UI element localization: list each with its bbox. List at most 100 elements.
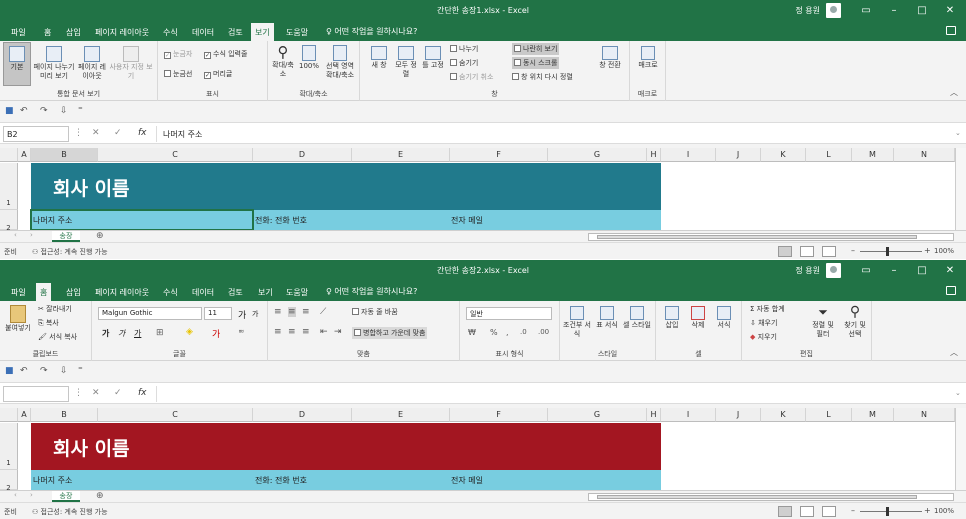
redo-icon[interactable]: ↷ (40, 366, 48, 376)
tab-view[interactable]: 보기 (254, 285, 277, 301)
decrease-font-icon[interactable]: 가 (252, 309, 258, 319)
column-header[interactable]: A (18, 148, 31, 162)
scroll-thumb[interactable] (597, 235, 917, 239)
tab-review[interactable]: 검토 (224, 25, 247, 41)
scroll-tabs-right-icon[interactable]: › (30, 231, 33, 239)
zoom-slider-thumb[interactable] (886, 507, 889, 516)
zoom-button[interactable]: ⚲ 확대/축소 (270, 43, 296, 85)
column-header[interactable]: B (31, 408, 98, 422)
zoom-slider-thumb[interactable] (886, 247, 889, 256)
customize-icon[interactable]: ⇩ (60, 366, 68, 376)
orientation-icon[interactable]: ⟋ (320, 307, 326, 317)
paste-button[interactable]: 붙여넣기 (3, 303, 33, 345)
phonetic-icon[interactable]: ᄈ (238, 328, 244, 338)
sort-filter-button[interactable]: ⏷ 정렬 및 필터 (808, 303, 838, 345)
zoom-out-icon[interactable]: – (851, 246, 855, 255)
format-painter-button[interactable]: 🖌 서식 복사 (38, 332, 77, 342)
switch-windows-button[interactable]: 창 전환 (596, 43, 624, 85)
formula-bar-checkbox[interactable]: ✓ 수식 입력줄 (204, 49, 247, 59)
enter-icon[interactable]: ✓ (114, 388, 122, 398)
enter-icon[interactable]: ✓ (114, 128, 122, 138)
address-cell[interactable]: 나머지 주소 (33, 475, 72, 486)
page-layout-status-icon[interactable] (800, 246, 814, 257)
scroll-tabs-right-icon[interactable]: › (30, 491, 33, 499)
column-header[interactable]: H (647, 148, 661, 162)
column-header[interactable]: L (806, 148, 852, 162)
add-sheet-icon[interactable]: ⊕ (96, 231, 104, 242)
cut-button[interactable]: ✂ 잘라내기 (38, 304, 72, 314)
column-header[interactable]: D (253, 408, 352, 422)
page-break-status-icon[interactable] (822, 246, 836, 257)
maximize-icon[interactable]: □ (910, 263, 934, 278)
column-header[interactable]: F (450, 408, 548, 422)
column-header[interactable]: C (98, 148, 253, 162)
close-icon[interactable]: ✕ (938, 3, 962, 18)
row-header[interactable]: 2 (0, 210, 18, 230)
cell-styles-button[interactable]: 셀 스타일 (622, 303, 652, 345)
horizontal-scrollbar[interactable] (588, 233, 954, 241)
avatar[interactable] (826, 3, 841, 18)
undo-icon[interactable]: ↶ (20, 366, 28, 376)
expand-formula-icon[interactable]: ⌄ (955, 389, 961, 397)
underline-button[interactable]: 가 (134, 328, 141, 339)
phone-cell[interactable]: 전화: 전화 번호 (255, 215, 307, 226)
email-cell[interactable]: 전자 메일 (451, 215, 483, 226)
format-as-table-button[interactable]: 표 서식 (594, 303, 620, 345)
more-icon[interactable]: ⁼ (78, 106, 83, 116)
align-right-icon[interactable]: ≡ (302, 327, 310, 337)
company-name-banner[interactable]: 회사 이름 (31, 423, 661, 470)
tab-insert[interactable]: 삽입 (62, 25, 85, 41)
column-header[interactable]: G (548, 148, 647, 162)
font-size-dropdown[interactable]: 11 (204, 307, 232, 320)
align-top-icon[interactable]: ≡ (274, 307, 282, 317)
select-all-corner[interactable] (0, 148, 18, 162)
column-header[interactable]: J (716, 408, 761, 422)
column-header[interactable]: G (548, 408, 647, 422)
column-header[interactable]: N (894, 148, 955, 162)
headings-checkbox[interactable]: ✓ 머리글 (204, 69, 232, 79)
redo-icon[interactable]: ↷ (40, 106, 48, 116)
align-bottom-icon[interactable]: ≡ (302, 307, 310, 317)
number-format-dropdown[interactable]: 일반 (466, 307, 552, 320)
delete-cells-button[interactable]: 삭제 (686, 303, 710, 345)
normal-view-status-icon[interactable] (778, 246, 792, 257)
page-layout-status-icon[interactable] (800, 506, 814, 517)
split-button[interactable]: 나누기 (450, 44, 478, 54)
align-middle-icon[interactable]: ≡ (288, 307, 296, 317)
company-name-banner[interactable]: 회사 이름 (31, 163, 661, 210)
macros-button[interactable]: 매크로 (634, 43, 662, 85)
scroll-tabs-left-icon[interactable]: ‹ (14, 491, 17, 499)
comments-icon[interactable] (946, 26, 956, 35)
insert-function-icon[interactable]: fx (138, 388, 147, 398)
comments-icon[interactable] (946, 286, 956, 295)
minimize-icon[interactable]: – (882, 3, 906, 18)
increase-decimal-icon[interactable]: .0 (520, 328, 527, 336)
insert-cells-button[interactable]: 삽입 (660, 303, 684, 345)
page-break-status-icon[interactable] (822, 506, 836, 517)
zoom-level[interactable]: 100% (934, 507, 954, 515)
tab-formulas[interactable]: 수식 (159, 25, 182, 41)
currency-icon[interactable]: ₩ (468, 328, 476, 337)
email-cell[interactable]: 전자 메일 (451, 475, 483, 486)
column-header[interactable]: D (253, 148, 352, 162)
zoom-slider[interactable] (860, 251, 922, 252)
column-header[interactable]: A (18, 408, 31, 422)
tab-help[interactable]: 도움말 (282, 25, 312, 41)
font-color-icon[interactable]: 가 (212, 327, 220, 340)
name-box[interactable]: B2 (3, 126, 69, 142)
undo-icon[interactable]: ↶ (20, 106, 28, 116)
column-header[interactable]: E (352, 148, 450, 162)
column-header[interactable]: E (352, 408, 450, 422)
column-header[interactable]: K (761, 408, 806, 422)
accessibility-status[interactable]: ⚇ 접근성: 계속 진행 가능 (32, 507, 108, 517)
synchronous-scrolling-button[interactable]: 동시 스크롤 (512, 57, 560, 69)
tab-help[interactable]: 도움말 (282, 285, 312, 301)
hide-button[interactable]: 숨기기 (450, 58, 478, 68)
column-header[interactable]: F (450, 148, 548, 162)
zoom-100-button[interactable]: 100% (298, 43, 320, 85)
zoom-level[interactable]: 100% (934, 247, 954, 255)
more-icon[interactable]: ⁼ (78, 366, 83, 376)
reset-window-position-button[interactable]: 창 위치 다시 정렬 (512, 72, 573, 82)
sheet-tab[interactable]: 송장 (52, 491, 80, 502)
user-name[interactable]: 정 용원 (770, 265, 820, 276)
